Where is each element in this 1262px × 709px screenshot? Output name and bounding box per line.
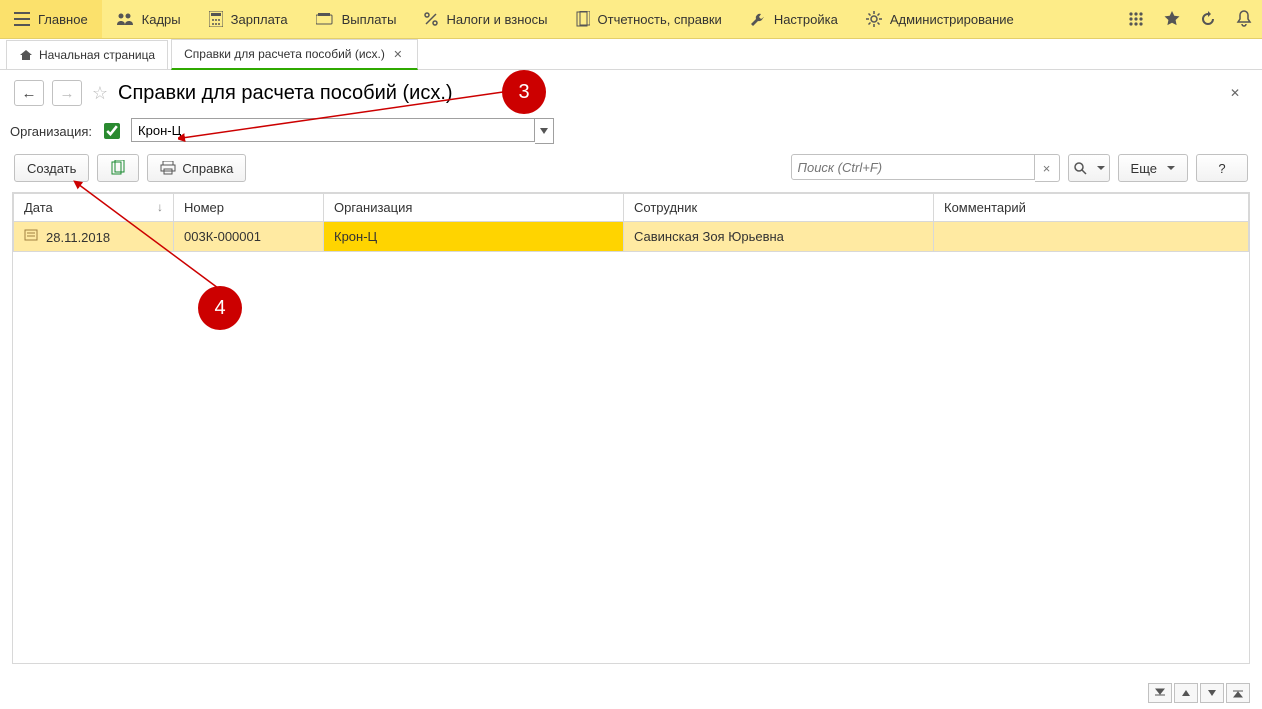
page-title: Справки для расчета пособий (исх.): [118, 82, 453, 105]
printer-icon: [160, 161, 176, 175]
percent-icon: [424, 12, 438, 26]
col-comment[interactable]: Комментарий: [934, 194, 1249, 222]
mainmenu-item-salary[interactable]: Зарплата: [195, 0, 302, 38]
page-header: ← → ☆ Справки для расчета пособий (исх.)…: [0, 70, 1262, 114]
scroll-up-button[interactable]: [1174, 683, 1198, 703]
copy-document-icon: [110, 160, 126, 176]
more-button[interactable]: Еще: [1118, 154, 1188, 182]
mainmenu-label: Администрирование: [890, 12, 1014, 27]
search-input[interactable]: [791, 154, 1035, 180]
mainmenu-item-main[interactable]: Главное: [0, 0, 102, 38]
mainmenu-item-settings[interactable]: Настройка: [736, 0, 852, 38]
create-label: Создать: [27, 161, 76, 176]
nav-back-button[interactable]: ←: [14, 80, 44, 106]
mainmenu-label: Главное: [38, 12, 88, 27]
col-employee[interactable]: Сотрудник: [624, 194, 934, 222]
mainmenu-label: Выплаты: [342, 12, 397, 27]
tab-home[interactable]: Начальная страница: [6, 40, 168, 69]
page-close-icon[interactable]: ✕: [1230, 86, 1240, 100]
filter-row: Организация:: [0, 114, 1262, 154]
col-number[interactable]: Номер: [174, 194, 324, 222]
mainmenu-item-hr[interactable]: Кадры: [102, 0, 195, 38]
sort-indicator-icon: ↓: [157, 200, 163, 214]
mainmenu-item-reports[interactable]: Отчетность, справки: [562, 0, 736, 38]
cell-date: 28.11.2018: [46, 230, 110, 245]
mainmenu-label: Кадры: [142, 12, 181, 27]
mainmenu-right: [1118, 0, 1262, 38]
search-wrap: ×: [791, 154, 1060, 182]
cell-number: 003К-000001: [174, 222, 324, 252]
nav-forward-button[interactable]: →: [52, 80, 82, 106]
filter-org-label: Организация:: [10, 124, 92, 139]
scroll-bottom-button[interactable]: [1226, 683, 1250, 703]
star-icon[interactable]: [1154, 0, 1190, 38]
tab-active-label: Справки для расчета пособий (исх.): [184, 47, 385, 61]
document-row-icon: [24, 228, 38, 242]
documents-grid: Дата↓ Номер Организация Сотрудник Коммен…: [13, 193, 1249, 252]
create-button[interactable]: Создать: [14, 154, 89, 182]
scroll-buttons: [1148, 683, 1250, 703]
menu-icon: [14, 12, 30, 26]
main-menu: Главное Кадры Зарплата Выплаты Налоги и …: [0, 0, 1262, 39]
search-icon: [1073, 161, 1087, 175]
mainmenu-item-admin[interactable]: Администрирование: [852, 0, 1028, 38]
tab-active[interactable]: Справки для расчета пособий (исх.) ✕: [171, 39, 418, 70]
gear-icon: [866, 11, 882, 27]
cell-comment: [934, 222, 1249, 252]
mainmenu-label: Зарплата: [231, 12, 288, 27]
more-label: Еще: [1131, 161, 1157, 176]
scroll-down-button[interactable]: [1200, 683, 1224, 703]
people-icon: [116, 12, 134, 26]
favorite-star-icon[interactable]: ☆: [90, 83, 110, 104]
filter-org-input[interactable]: [131, 118, 535, 142]
apps-icon[interactable]: [1118, 0, 1154, 38]
table-wrap[interactable]: Дата↓ Номер Организация Сотрудник Коммен…: [12, 192, 1250, 664]
mainmenu-label: Отчетность, справки: [598, 12, 722, 27]
table-row[interactable]: 28.11.2018 003К-000001 Крон-Ц Савинская …: [14, 222, 1249, 252]
col-date[interactable]: Дата↓: [14, 194, 174, 222]
report-button[interactable]: Справка: [147, 154, 246, 182]
history-icon[interactable]: [1190, 0, 1226, 38]
close-icon[interactable]: ✕: [391, 47, 405, 61]
toolbar: Создать Справка × Еще ?: [0, 154, 1262, 192]
help-label: ?: [1218, 161, 1225, 176]
help-button[interactable]: ?: [1196, 154, 1248, 182]
create-copy-button[interactable]: [97, 154, 139, 182]
col-org[interactable]: Организация: [324, 194, 624, 222]
cell-employee: Савинская Зоя Юрьевна: [624, 222, 934, 252]
mainmenu-item-taxes[interactable]: Налоги и взносы: [410, 0, 561, 38]
mainmenu-item-payments[interactable]: Выплаты: [302, 0, 411, 38]
search-clear-button[interactable]: ×: [1035, 154, 1060, 182]
bell-icon[interactable]: [1226, 0, 1262, 38]
filter-org-dropdown-button[interactable]: [535, 118, 554, 144]
home-icon: [19, 48, 33, 62]
wrench-icon: [750, 11, 766, 27]
filter-org-checkbox[interactable]: [104, 123, 120, 139]
tabs-bar: Начальная страница Справки для расчета п…: [0, 39, 1262, 70]
document-icon: [576, 11, 590, 27]
cell-org: Крон-Ц: [324, 222, 624, 252]
search-settings-button[interactable]: [1068, 154, 1110, 182]
mainmenu-label: Налоги и взносы: [446, 12, 547, 27]
calculator-icon: [209, 11, 223, 27]
scroll-top-button[interactable]: [1148, 683, 1172, 703]
wallet-icon: [316, 12, 334, 26]
mainmenu-label: Настройка: [774, 12, 838, 27]
tab-home-label: Начальная страница: [39, 48, 155, 62]
report-label: Справка: [182, 161, 233, 176]
